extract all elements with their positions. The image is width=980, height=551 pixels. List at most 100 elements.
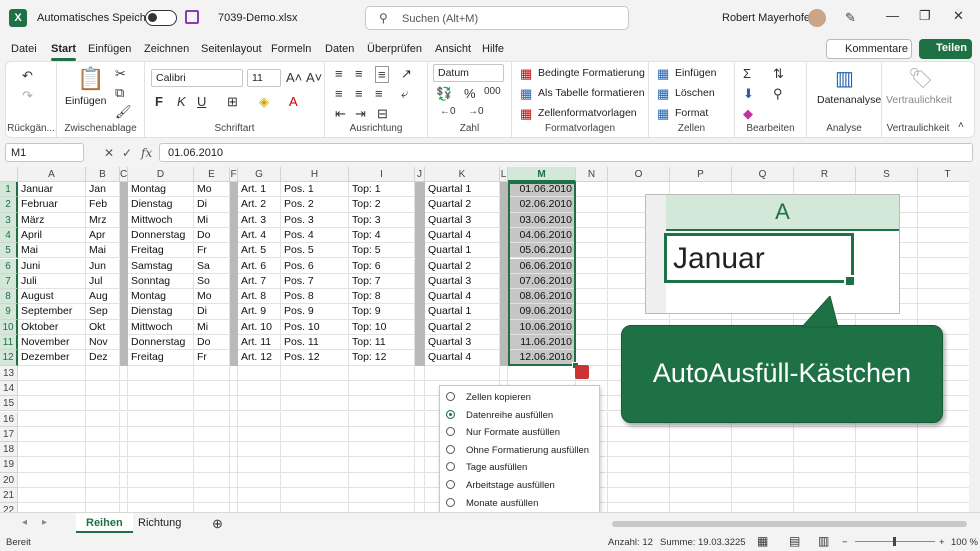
grid-cell[interactable] <box>120 411 128 427</box>
column-header-t[interactable]: T <box>918 167 969 182</box>
grid-cell[interactable] <box>238 503 281 512</box>
find-icon[interactable]: ⚲ <box>773 86 783 102</box>
cell-b12[interactable]: Dez <box>86 350 120 366</box>
cell-b8[interactable]: Aug <box>86 289 120 305</box>
grid-cell[interactable] <box>415 426 425 443</box>
cut-icon[interactable]: ✂ <box>115 66 126 82</box>
row-header-20[interactable]: 20 <box>0 472 18 488</box>
grid-cell[interactable] <box>86 380 120 397</box>
increase-decimal-icon[interactable]: ←0 <box>440 106 456 117</box>
grid-cell[interactable] <box>576 319 608 335</box>
row-header-18[interactable]: 18 <box>0 442 18 458</box>
tab-seitenlayout[interactable]: Seitenlayout <box>201 43 262 55</box>
cell-d8[interactable]: Montag <box>128 289 194 305</box>
cell-d3[interactable]: Mittwoch <box>128 212 194 228</box>
grid-cell[interactable] <box>670 457 732 473</box>
grid-cell[interactable] <box>128 365 194 381</box>
align-center-icon[interactable]: ≡ <box>355 86 363 101</box>
cell-k11[interactable]: Quartal 3 <box>425 335 500 351</box>
column-header-d[interactable]: D <box>128 167 194 182</box>
grid-cell[interactable] <box>415 396 425 412</box>
grid-cell[interactable] <box>794 503 856 512</box>
cell-e10[interactable]: Mi <box>194 319 230 335</box>
grid-cell[interactable] <box>18 472 86 488</box>
column-header-b[interactable]: B <box>86 167 120 182</box>
grid-cell[interactable] <box>128 396 194 412</box>
merge-icon[interactable]: ⊟ <box>377 106 388 122</box>
grid-cell[interactable] <box>576 258 608 274</box>
cell-k12[interactable]: Quartal 4 <box>425 350 500 366</box>
redo-icon[interactable]: ↷ <box>22 88 33 104</box>
cell-a6[interactable]: Juni <box>18 258 86 274</box>
grid-cell[interactable] <box>670 503 732 512</box>
grid-cell[interactable] <box>238 488 281 504</box>
grid-cell[interactable] <box>230 380 238 397</box>
cell-h6[interactable]: Pos. 6 <box>281 258 349 274</box>
file-name[interactable]: 7039-Demo.xlsx <box>218 12 297 24</box>
grid-cell[interactable] <box>194 472 230 488</box>
grid-cell[interactable] <box>194 396 230 412</box>
grid-cell[interactable] <box>918 182 969 198</box>
thousands-icon[interactable]: 000 <box>484 86 501 97</box>
grid-cell[interactable] <box>281 457 349 473</box>
cell-d7[interactable]: Sonntag <box>128 273 194 290</box>
cell-h3[interactable]: Pos. 3 <box>281 212 349 228</box>
grid-cell[interactable] <box>120 472 128 488</box>
grid-cell[interactable] <box>670 426 732 443</box>
conditional-formatting-button[interactable]: Bedingte Formatierung <box>538 67 645 79</box>
cell-i4[interactable]: Top: 4 <box>349 227 415 244</box>
cell-b4[interactable]: Apr <box>86 227 120 244</box>
grid-cell[interactable] <box>128 426 194 443</box>
grid-cell[interactable] <box>238 472 281 488</box>
grid-cell[interactable] <box>794 457 856 473</box>
increase-indent-icon[interactable]: ⇥ <box>355 106 366 122</box>
cell-m8[interactable]: 08.06.2010 <box>508 289 576 305</box>
cell-g12[interactable]: Art. 12 <box>238 350 281 366</box>
tab-ueberpruefen[interactable]: Überprüfen <box>367 43 422 55</box>
row-header-10[interactable]: 10 <box>0 319 18 335</box>
grid-cell[interactable] <box>86 365 120 381</box>
page-layout-icon[interactable]: ▤ <box>789 534 800 548</box>
vertical-scrollbar[interactable] <box>969 167 980 512</box>
column-header-a[interactable]: A <box>18 167 86 182</box>
grid-cell[interactable] <box>120 442 128 458</box>
grid-cell[interactable] <box>918 457 969 473</box>
sort-filter-icon[interactable]: ⇅ <box>773 66 784 82</box>
grid-cell[interactable] <box>856 503 918 512</box>
cell-m4[interactable]: 04.06.2010 <box>508 227 576 244</box>
paste-label[interactable]: Einfügen <box>65 95 106 107</box>
grid-cell[interactable] <box>732 457 794 473</box>
grid-cell[interactable] <box>576 335 608 351</box>
grid-cell[interactable] <box>856 472 918 488</box>
cell-g3[interactable]: Art. 3 <box>238 212 281 228</box>
grid-cell[interactable] <box>86 503 120 512</box>
grid-cell[interactable] <box>230 411 238 427</box>
grid-cell[interactable] <box>238 396 281 412</box>
grid-cell[interactable] <box>576 350 608 366</box>
grid-cell[interactable] <box>86 472 120 488</box>
grid-cell[interactable] <box>918 304 969 320</box>
grid-cell[interactable] <box>281 426 349 443</box>
cell-h12[interactable]: Pos. 12 <box>281 350 349 366</box>
grid-cell[interactable] <box>230 426 238 443</box>
cell-a7[interactable]: Juli <box>18 273 86 290</box>
horizontal-scrollbar[interactable] <box>612 521 967 527</box>
grid-cell[interactable] <box>349 426 415 443</box>
column-header-e[interactable]: E <box>194 167 230 182</box>
cell-b11[interactable]: Nov <box>86 335 120 351</box>
fill-color-icon[interactable]: ◈ <box>259 94 269 110</box>
tab-datei[interactable]: Datei <box>11 43 37 55</box>
cell-g9[interactable]: Art. 9 <box>238 304 281 320</box>
grid-cell[interactable] <box>238 380 281 397</box>
grid-cell[interactable] <box>608 442 670 458</box>
percent-icon[interactable]: % <box>464 86 476 101</box>
grid-cell[interactable] <box>349 472 415 488</box>
cell-k1[interactable]: Quartal 1 <box>425 182 500 198</box>
close-icon[interactable]: ✕ <box>953 8 964 24</box>
column-header-j[interactable]: J <box>415 167 425 182</box>
row-header-16[interactable]: 16 <box>0 411 18 427</box>
column-header-m[interactable]: M <box>508 167 576 182</box>
grid-cell[interactable] <box>425 365 500 381</box>
row-header-11[interactable]: 11 <box>0 335 18 351</box>
row-header-15[interactable]: 15 <box>0 396 18 412</box>
